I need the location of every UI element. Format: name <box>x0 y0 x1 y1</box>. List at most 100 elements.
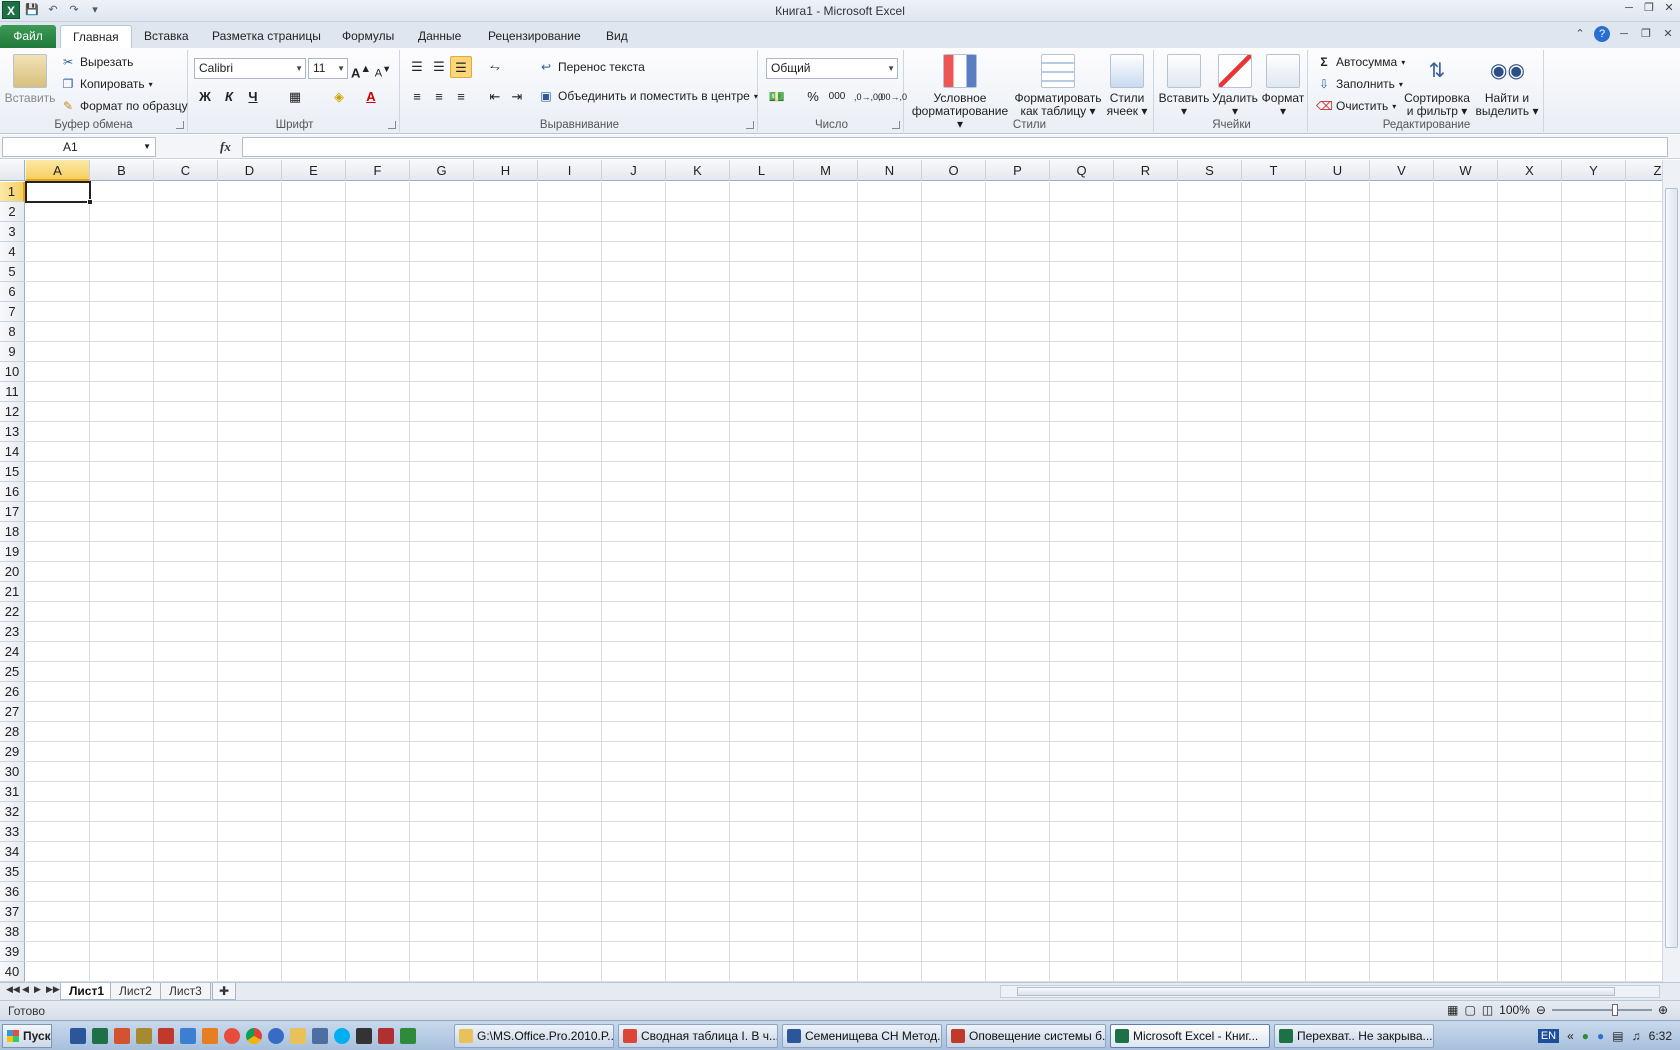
zoom-level[interactable]: 100% <box>1499 1003 1530 1017</box>
tab-home[interactable]: Главная <box>60 25 132 48</box>
vertical-scrollbar[interactable] <box>1662 160 1680 982</box>
help-icon[interactable]: ? <box>1594 26 1610 42</box>
active-cell[interactable] <box>25 181 93 205</box>
row-header[interactable]: 17 <box>0 502 25 522</box>
column-header[interactable]: B <box>90 160 154 181</box>
row-header[interactable]: 8 <box>0 322 25 342</box>
dialog-launcher-icon[interactable] <box>892 121 900 129</box>
autosum-button[interactable]: Σ Автосумма ▾ <box>1316 54 1405 70</box>
align-bottom-icon[interactable]: ☰ <box>450 56 472 78</box>
tab-formulas[interactable]: Формулы <box>330 25 406 48</box>
tab-view[interactable]: Вид <box>594 25 640 48</box>
taskbar-window-1[interactable]: G:\MS.Office.Pro.2010.P... <box>454 1024 614 1048</box>
taskbar-window-6[interactable]: Перехват.. Не закрыва... <box>1274 1024 1434 1048</box>
column-header[interactable]: Q <box>1050 160 1114 181</box>
row-header[interactable]: 36 <box>0 882 25 902</box>
taskbar-window-2[interactable]: Сводная таблица I. В ч... <box>618 1024 778 1048</box>
row-header[interactable]: 32 <box>0 802 25 822</box>
row-header[interactable]: 33 <box>0 822 25 842</box>
fill-handle[interactable] <box>87 199 93 205</box>
formula-input[interactable] <box>242 137 1668 157</box>
format-painter-button[interactable]: ✎ Формат по образцу <box>60 98 188 114</box>
column-header[interactable]: Y <box>1562 160 1626 181</box>
fill-color-icon[interactable]: ◈ <box>328 86 350 108</box>
percent-button[interactable]: % <box>802 86 824 108</box>
clock[interactable]: 6:32 <box>1649 1029 1672 1043</box>
row-header[interactable]: 5 <box>0 262 25 282</box>
paste-button[interactable]: Вставить <box>4 54 56 105</box>
name-box[interactable]: A1 ▼ <box>2 137 156 157</box>
cell-styles-button[interactable]: Стили ячеек ▾ <box>1104 54 1150 118</box>
column-header[interactable]: F <box>346 160 410 181</box>
row-header[interactable]: 16 <box>0 482 25 502</box>
column-header[interactable]: O <box>922 160 986 181</box>
row-header[interactable]: 7 <box>0 302 25 322</box>
zoom-in-icon[interactable]: ⊕ <box>1658 1003 1668 1017</box>
tray-expand-icon[interactable]: « <box>1567 1029 1574 1043</box>
row-header[interactable]: 10 <box>0 362 25 382</box>
font-name-combo[interactable]: Calibri ▼ <box>194 58 306 79</box>
dialog-launcher-icon[interactable] <box>746 121 754 129</box>
insert-cells-button[interactable]: Вставить ▾ <box>1158 54 1210 118</box>
taskbar-window-3[interactable]: Семенищева СН Метод... <box>782 1024 942 1048</box>
tab-data[interactable]: Данные <box>406 25 473 48</box>
doc-restore-icon[interactable]: ❐ <box>1638 26 1654 42</box>
row-header[interactable]: 18 <box>0 522 25 542</box>
merge-center-button[interactable]: ▣ Объединить и поместить в центре ▾ <box>538 88 758 104</box>
row-header[interactable]: 26 <box>0 682 25 702</box>
row-header[interactable]: 40 <box>0 962 25 982</box>
increase-decimal-icon[interactable]: ,0→,00 <box>854 86 883 108</box>
chrome-icon[interactable] <box>246 1028 262 1044</box>
filezilla-icon[interactable] <box>378 1028 394 1044</box>
row-header[interactable]: 24 <box>0 642 25 662</box>
tab-insert[interactable]: Вставка <box>132 25 201 48</box>
row-header[interactable]: 30 <box>0 762 25 782</box>
column-header[interactable]: U <box>1306 160 1370 181</box>
horizontal-scrollbar[interactable] <box>1000 985 1660 998</box>
row-header[interactable]: 39 <box>0 942 25 962</box>
doc-close-icon[interactable]: ✕ <box>1660 26 1676 42</box>
decrease-indent-icon[interactable]: ⇤ <box>484 86 506 108</box>
row-header[interactable]: 34 <box>0 842 25 862</box>
grow-font-button[interactable]: A▲ <box>350 58 372 80</box>
row-header[interactable]: 29 <box>0 742 25 762</box>
minimize-icon[interactable]: ─ <box>1622 0 1636 16</box>
borders-icon[interactable]: ▦ <box>284 86 306 108</box>
app-icon[interactable] <box>136 1028 152 1044</box>
column-header[interactable]: R <box>1114 160 1178 181</box>
align-center-icon[interactable]: ≡ <box>428 86 450 108</box>
column-header[interactable]: W <box>1434 160 1498 181</box>
row-header[interactable]: 25 <box>0 662 25 682</box>
find-select-button[interactable]: ◉◉ Найти и выделить ▾ <box>1474 54 1540 118</box>
column-header[interactable]: L <box>730 160 794 181</box>
app-icon[interactable] <box>312 1028 328 1044</box>
column-header[interactable]: H <box>474 160 538 181</box>
fill-button[interactable]: ⇩ Заполнить ▾ <box>1316 76 1403 92</box>
row-header[interactable]: 22 <box>0 602 25 622</box>
row-header[interactable]: 23 <box>0 622 25 642</box>
zoom-slider-thumb[interactable] <box>1611 1004 1618 1016</box>
row-header[interactable]: 12 <box>0 402 25 422</box>
increase-indent-icon[interactable]: ⇥ <box>506 86 528 108</box>
bold-button[interactable]: Ж <box>194 86 216 108</box>
wrap-text-button[interactable]: ↩ Перенос текста <box>538 59 645 75</box>
column-header[interactable]: K <box>666 160 730 181</box>
delete-cells-button[interactable]: Удалить ▾ <box>1212 54 1258 118</box>
column-header[interactable]: X <box>1498 160 1562 181</box>
column-header[interactable]: G <box>410 160 474 181</box>
app-icon[interactable] <box>158 1028 174 1044</box>
row-header[interactable]: 35 <box>0 862 25 882</box>
prev-sheet-icon[interactable]: ◀ <box>22 984 29 995</box>
row-header[interactable]: 37 <box>0 902 25 922</box>
app-icon[interactable] <box>180 1028 196 1044</box>
row-header[interactable]: 31 <box>0 782 25 802</box>
number-format-combo[interactable]: Общий ▼ <box>766 58 898 79</box>
zoom-out-icon[interactable]: ⊖ <box>1536 1003 1546 1017</box>
row-header[interactable]: 38 <box>0 922 25 942</box>
taskbar-window-5[interactable]: Microsoft Excel - Книг... <box>1110 1024 1270 1048</box>
sheet-tab-2[interactable]: Лист2 <box>110 983 161 1000</box>
copy-button[interactable]: ❐ Копировать ▾ <box>60 76 153 92</box>
cut-button[interactable]: ✂ Вырезать <box>60 54 133 70</box>
horizontal-scroll-thumb[interactable] <box>1017 987 1615 996</box>
format-as-table-button[interactable]: Форматировать как таблицу ▾ <box>1014 54 1102 118</box>
